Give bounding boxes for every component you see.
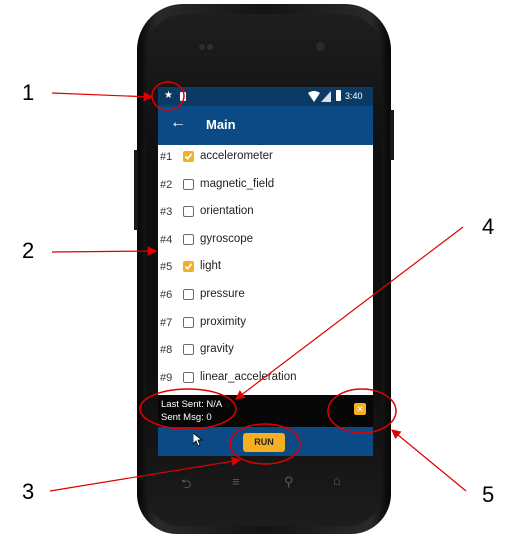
arrow-4 [235, 226, 464, 400]
callout-number: 1 [22, 80, 35, 105]
arrow-2 [51, 246, 158, 256]
callout-number: 2 [22, 238, 35, 263]
callout-number: 5 [482, 482, 495, 507]
highlight-ellipse-4 [139, 388, 237, 430]
arrow-3 [49, 456, 242, 492]
arrow-5 [391, 429, 467, 492]
callout-number: 3 [22, 479, 35, 504]
highlight-ellipse-5 [327, 388, 397, 434]
arrow-1 [51, 91, 154, 102]
highlight-ellipse-1 [151, 81, 185, 111]
highlight-ellipse-3 [229, 423, 301, 465]
annotation-layer [49, 81, 467, 492]
callout-number: 4 [482, 214, 495, 239]
